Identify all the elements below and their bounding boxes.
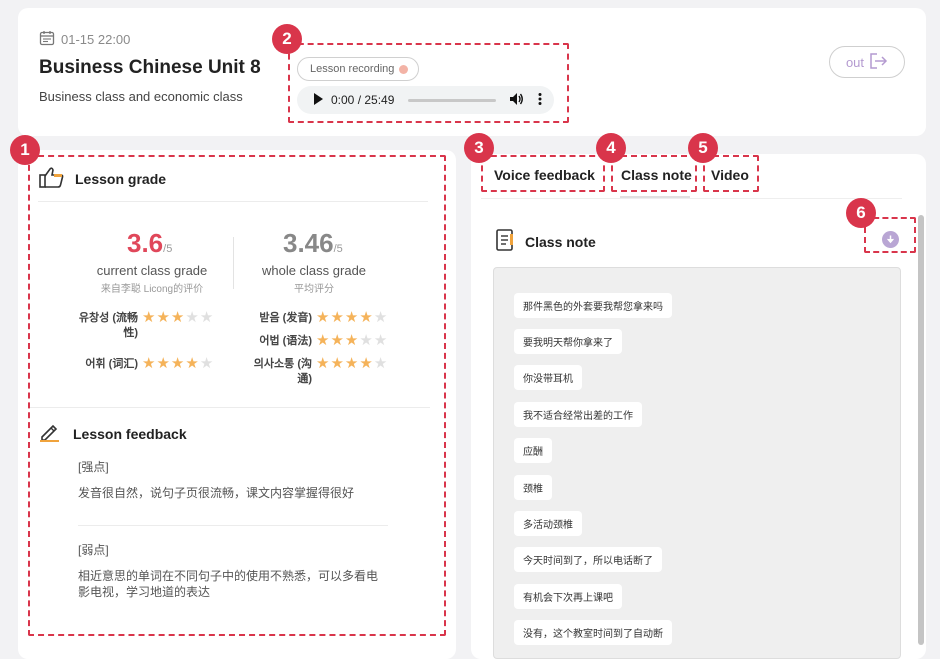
note-item: 要我明天帮你拿来了 <box>514 329 622 354</box>
note-item: 有机会下次再上课吧 <box>514 584 622 609</box>
calendar-icon <box>39 30 55 49</box>
highlight-box-class-note <box>611 155 697 192</box>
note-item: 没有，这个教室时间到了自动断 <box>514 620 672 645</box>
note-item: 那件黑色的外套要我帮您拿来吗 <box>514 293 672 318</box>
out-label: out <box>845 54 865 70</box>
highlight-box-video <box>703 155 759 192</box>
callout-badge-5: 5 <box>688 133 718 163</box>
highlight-box-recording <box>288 43 569 123</box>
lesson-subtitle: Business class and economic class <box>39 89 243 104</box>
callout-badge-4: 4 <box>596 133 626 163</box>
scrollbar[interactable] <box>918 215 924 645</box>
note-item: 颈椎 <box>514 475 552 500</box>
out-button[interactable]: out <box>829 46 905 78</box>
class-note-heading: Class note <box>495 229 596 254</box>
class-note-title: Class note <box>525 233 596 250</box>
note-item: 你没带耳机 <box>514 365 582 390</box>
lesson-title: Business Chinese Unit 8 <box>39 57 261 78</box>
note-item: 我不适合经常出差的工作 <box>514 402 642 427</box>
callout-badge-2: 2 <box>272 24 302 54</box>
note-item: 多活动颈椎 <box>514 511 582 536</box>
callout-badge-3: 3 <box>464 133 494 163</box>
class-note-list[interactable]: 那件黑色的外套要我帮您拿来吗 要我明天帮你拿来了 你没带耳机 我不适合经常出差的… <box>493 267 901 659</box>
callout-badge-1: 1 <box>10 135 40 165</box>
datetime-text: 01-15 22:00 <box>61 32 131 47</box>
callout-badge-6: 6 <box>846 198 876 228</box>
exit-icon <box>870 52 888 72</box>
lesson-datetime: 01-15 22:00 <box>39 30 130 49</box>
highlight-box-grade <box>28 155 446 636</box>
highlight-box-voice-feedback <box>481 155 605 192</box>
active-tab-indicator <box>620 196 690 198</box>
note-item: 今天时间到了，所以电话断了 <box>514 547 662 572</box>
notebook-icon <box>495 229 515 254</box>
tabs-divider <box>481 198 902 199</box>
note-item: 应酬 <box>514 438 552 463</box>
